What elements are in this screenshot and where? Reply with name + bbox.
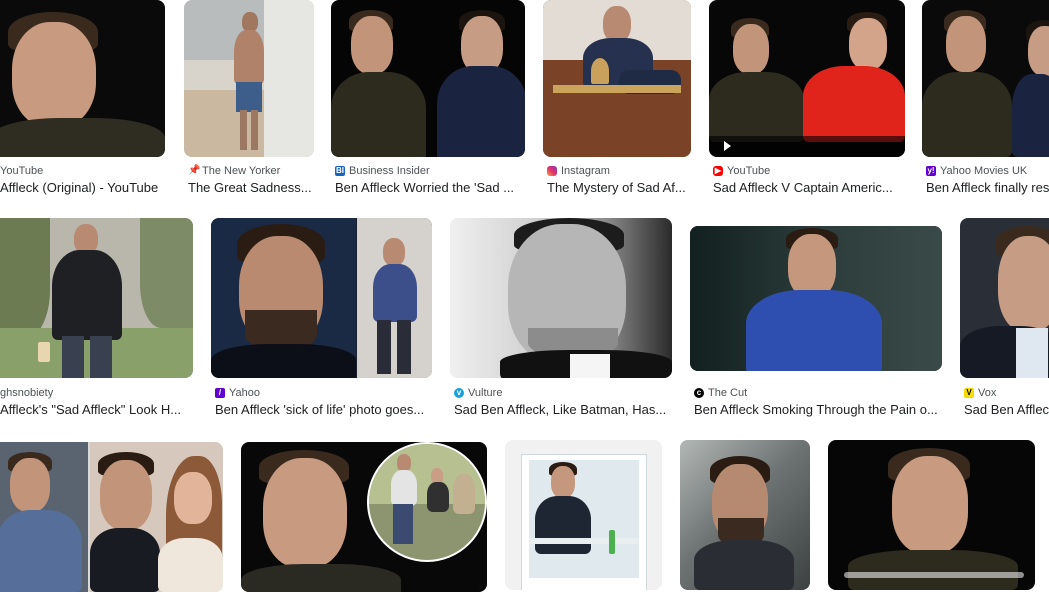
yahoo-icon: y! <box>926 166 936 176</box>
result-source: v Vulture <box>454 387 502 399</box>
thecut-icon: c <box>694 388 704 398</box>
result-thumbnail[interactable] <box>680 440 810 590</box>
yahoo-icon: / <box>215 388 225 398</box>
result-thumbnail[interactable] <box>505 440 662 590</box>
result-title[interactable]: Ben Affleck Smoking Through the Pain o..… <box>694 402 942 417</box>
result-title[interactable]: The Great Sadness... <box>188 180 313 195</box>
result-title[interactable]: Ben Affleck Worried the 'Sad ... <box>335 180 520 195</box>
result-source: c The Cut <box>694 387 747 399</box>
result-title[interactable]: Affleck's "Sad Affleck" Look H... <box>0 402 190 417</box>
result-title[interactable]: Ben Affleck finally res <box>926 180 1049 195</box>
result-source: YouTube <box>0 165 44 177</box>
result-thumbnail[interactable] <box>922 0 1049 157</box>
result-source: BI Business Insider <box>335 165 430 177</box>
result-thumbnail[interactable] <box>331 0 525 157</box>
result-thumbnail[interactable] <box>0 0 165 157</box>
result-thumbnail[interactable] <box>450 218 672 378</box>
vox-icon: V <box>964 388 974 398</box>
result-source: V Vox <box>964 387 996 399</box>
result-title[interactable]: Affleck (Original) - YouTube <box>0 180 165 195</box>
result-thumbnail[interactable] <box>690 226 942 371</box>
result-thumbnail[interactable] <box>211 218 432 378</box>
result-title[interactable]: Sad Affleck V Captain Americ... <box>713 180 898 195</box>
result-thumbnail[interactable] <box>184 0 314 157</box>
result-source: / Yahoo <box>215 387 260 399</box>
result-title[interactable]: Ben Affleck 'sick of life' photo goes... <box>215 402 430 417</box>
pin-icon: 📌 <box>188 165 201 176</box>
result-thumbnail[interactable] <box>0 218 193 378</box>
play-icon[interactable] <box>724 141 731 151</box>
result-title[interactable]: Sad Ben Afflec <box>964 402 1049 417</box>
vulture-icon: v <box>454 388 464 398</box>
result-thumbnail[interactable] <box>543 0 691 157</box>
result-source: ▶ YouTube <box>713 165 771 177</box>
inset-photo <box>367 442 487 562</box>
youtube-icon: ▶ <box>713 166 723 176</box>
result-thumbnail[interactable] <box>960 218 1049 378</box>
result-title[interactable]: The Mystery of Sad Af... <box>547 180 692 195</box>
result-thumbnail[interactable] <box>709 0 905 157</box>
bi-icon: BI <box>335 166 345 176</box>
result-thumbnail[interactable] <box>828 440 1035 590</box>
result-thumbnail[interactable] <box>241 442 487 592</box>
result-source: ghsnobiety <box>0 387 54 399</box>
result-title[interactable]: Sad Ben Affleck, Like Batman, Has... <box>454 402 672 417</box>
result-thumbnail[interactable] <box>0 442 223 592</box>
result-source: Instagram <box>547 165 610 177</box>
result-source: y! Yahoo Movies UK <box>926 165 1028 177</box>
instagram-icon <box>547 166 557 176</box>
result-source: 📌 The New Yorker <box>188 165 281 177</box>
